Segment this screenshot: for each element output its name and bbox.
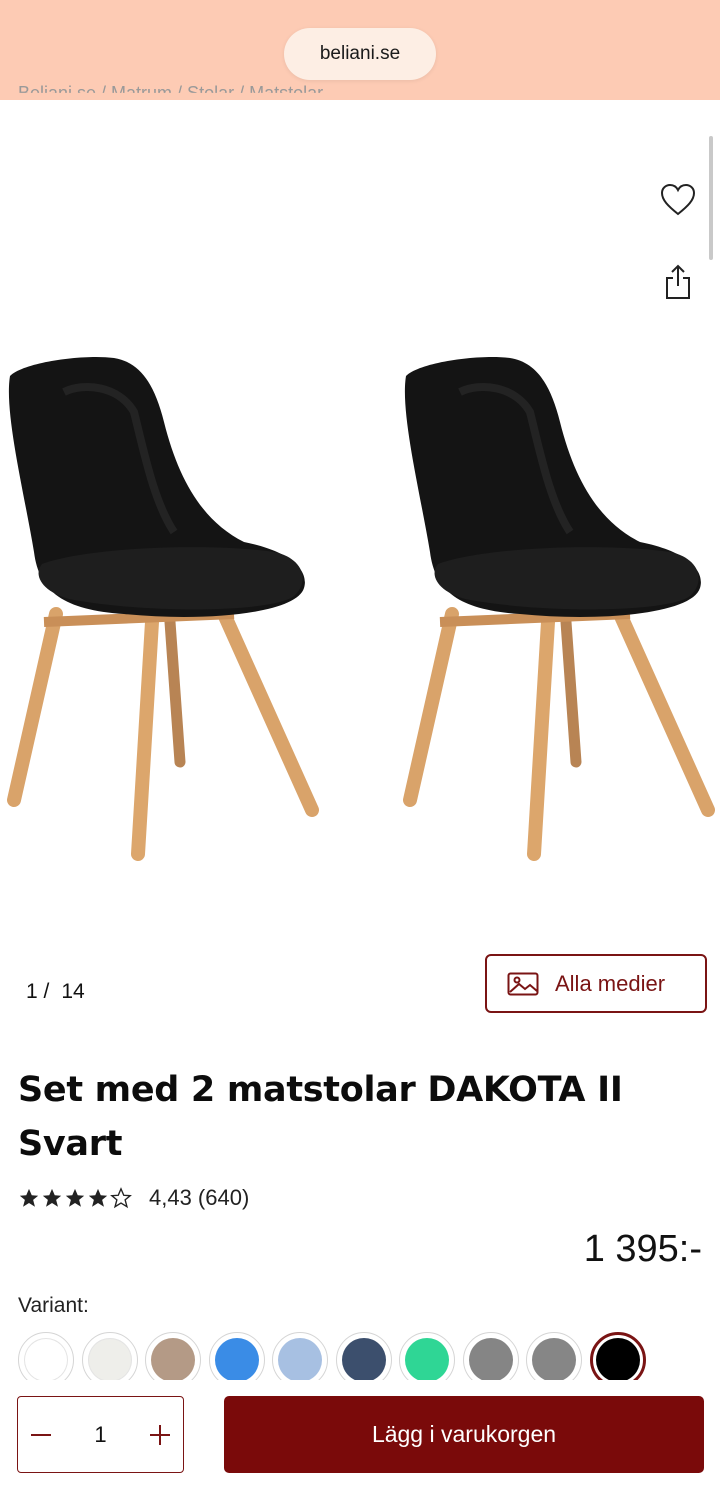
swatch-color	[214, 1338, 259, 1382]
quantity-stepper[interactable]: 1	[17, 1396, 184, 1473]
decrease-quantity-button[interactable]	[28, 1422, 54, 1448]
swatch-color	[24, 1338, 68, 1382]
swatch-color	[278, 1338, 322, 1382]
rating-stars	[18, 1187, 133, 1209]
star-icon	[87, 1187, 109, 1209]
variant-swatch[interactable]	[335, 1332, 392, 1382]
variant-swatch[interactable]	[81, 1332, 138, 1382]
product-image-chair-left	[7, 356, 319, 861]
variant-swatch[interactable]	[589, 1332, 646, 1382]
variant-label: Variant:	[18, 1294, 89, 1317]
swatch-color	[341, 1338, 386, 1382]
product-rating[interactable]: 4,43 (640)	[18, 1185, 249, 1211]
star-icon	[64, 1187, 86, 1209]
share-button[interactable]	[658, 262, 698, 302]
product-title: Set med 2 matstolar DAKOTA II Svart	[18, 1070, 623, 1164]
all-media-label: Alla medier	[555, 970, 666, 996]
heart-icon	[660, 183, 696, 216]
image-counter: 1 / 14	[26, 980, 97, 1004]
variant-swatch[interactable]	[145, 1332, 201, 1382]
product-image-chair-right	[403, 356, 715, 861]
variant-swatch[interactable]	[18, 1332, 74, 1382]
add-to-cart-button[interactable]: Lägg i varukorgen	[224, 1396, 704, 1473]
star-half-icon	[110, 1187, 132, 1209]
variant-swatch[interactable]	[208, 1332, 265, 1382]
variant-swatch[interactable]	[399, 1332, 455, 1382]
star-icon	[41, 1187, 63, 1209]
variant-swatches	[18, 1332, 720, 1382]
variant-swatch[interactable]	[526, 1332, 582, 1382]
swatch-color	[151, 1338, 195, 1382]
product-price: 1 395:-	[583, 1228, 702, 1270]
variant-swatch[interactable]	[272, 1332, 328, 1382]
increase-quantity-button[interactable]	[147, 1422, 173, 1448]
quantity-value[interactable]: 1	[94, 1422, 106, 1448]
rating-text: 4,43 (640)	[149, 1185, 250, 1210]
image-current: 1 /	[26, 980, 50, 1003]
swatch-color	[532, 1338, 576, 1382]
star-icon	[18, 1187, 40, 1209]
swatch-color	[595, 1338, 640, 1382]
variant-swatch[interactable]	[462, 1332, 519, 1382]
swatch-color	[468, 1338, 513, 1382]
swatch-color	[87, 1338, 132, 1382]
plus-icon	[150, 1424, 170, 1445]
image-total: 14	[61, 980, 85, 1003]
image-icon	[507, 972, 539, 995]
swatch-color	[405, 1338, 449, 1382]
wishlist-button[interactable]	[658, 180, 698, 220]
minus-icon	[31, 1433, 51, 1436]
url-pill[interactable]: beliani.se	[284, 28, 436, 80]
share-icon	[666, 264, 690, 299]
all-media-button[interactable]: Alla medier	[485, 954, 707, 1013]
scrollbar[interactable]	[709, 136, 713, 260]
